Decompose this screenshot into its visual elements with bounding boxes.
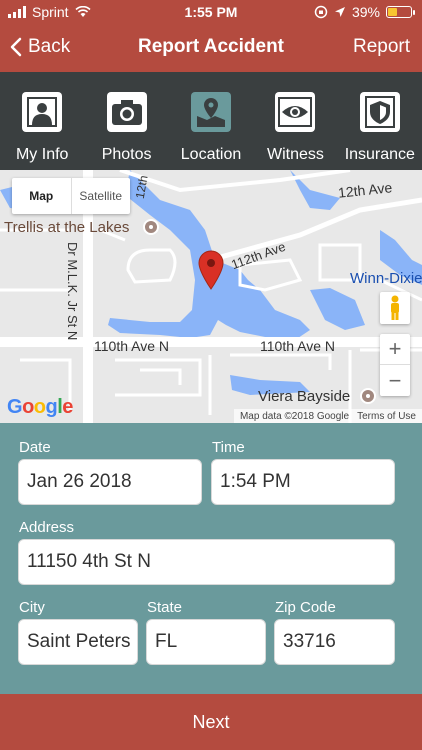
state-field[interactable]: FL bbox=[146, 619, 266, 665]
shield-icon bbox=[359, 92, 400, 132]
next-button[interactable]: Next bbox=[0, 694, 422, 750]
location-form: Date Jan 26 2018 Time 1:54 PM Address 11… bbox=[0, 423, 422, 694]
map-attribution: Map data ©2018 Google Terms of Use bbox=[233, 409, 422, 423]
poi-label: Viera Bayside bbox=[258, 388, 351, 405]
tab-label: Witness bbox=[266, 146, 324, 163]
tab-location[interactable]: Location bbox=[169, 72, 253, 170]
report-button[interactable]: Report bbox=[353, 36, 410, 58]
street-label: 110th Ave N bbox=[260, 338, 335, 354]
person-icon bbox=[22, 92, 63, 132]
location-arrow-icon bbox=[334, 7, 345, 17]
tab-label: My Info bbox=[15, 146, 69, 163]
tab-label: Insurance bbox=[344, 146, 415, 163]
zoom-out-button[interactable]: − bbox=[380, 365, 410, 396]
tab-label: Photos bbox=[101, 146, 152, 163]
zip-label: Zip Code bbox=[275, 599, 336, 616]
street-label: Dr M.L.K. Jr St N bbox=[65, 242, 80, 341]
city-field[interactable]: Saint Peters bbox=[18, 619, 138, 665]
battery-percent: 39% bbox=[351, 4, 380, 20]
poi-marker-icon bbox=[143, 219, 159, 235]
poi-marker-icon bbox=[360, 388, 376, 404]
terms-link[interactable]: Terms of Use bbox=[357, 411, 416, 422]
address-label: Address bbox=[19, 519, 75, 536]
date-field[interactable]: Jan 26 2018 bbox=[18, 459, 202, 505]
poi-label: Winn-Dixie bbox=[350, 270, 422, 287]
chevron-left-icon bbox=[10, 37, 22, 57]
street-view-pegman-icon[interactable] bbox=[380, 292, 410, 324]
street-label: 110th Ave N bbox=[94, 338, 169, 354]
date-label: Date bbox=[19, 439, 51, 456]
time-field[interactable]: 1:54 PM bbox=[211, 459, 395, 505]
map-type-toggle: Map Satellite bbox=[12, 178, 130, 214]
tab-witness[interactable]: Witness bbox=[253, 72, 337, 170]
google-logo: Google bbox=[7, 396, 73, 418]
city-label: City bbox=[19, 599, 45, 616]
attribution-text: Map data ©2018 Google bbox=[239, 410, 350, 422]
poi-label: Trellis at the Lakes bbox=[4, 219, 130, 236]
map-type-satellite-button[interactable]: Satellite bbox=[72, 178, 131, 214]
zoom-controls: + − bbox=[380, 334, 410, 396]
address-field[interactable]: 11150 4th St N bbox=[18, 539, 395, 585]
tab-insurance[interactable]: Insurance bbox=[338, 72, 422, 170]
back-label: Back bbox=[28, 36, 71, 57]
location-pin-icon[interactable] bbox=[198, 250, 224, 290]
camera-icon bbox=[106, 92, 147, 132]
nav-bar: Back Report Accident Report bbox=[0, 30, 422, 66]
status-bar: Sprint 1:55 PM 39% bbox=[0, 0, 422, 24]
zip-field[interactable]: 33716 bbox=[274, 619, 395, 665]
rotation-lock-icon bbox=[314, 5, 328, 19]
map-view[interactable]: Map Satellite 12th Ave 12th Trellis at t… bbox=[0, 170, 422, 423]
battery-icon bbox=[386, 6, 415, 18]
tab-label: Location bbox=[180, 146, 242, 163]
time-label: Time bbox=[212, 439, 245, 456]
top-bar: Sprint 1:55 PM 39% Back Report Accident … bbox=[0, 0, 422, 72]
eye-icon bbox=[275, 92, 316, 132]
tab-photos[interactable]: Photos bbox=[84, 72, 168, 170]
back-button[interactable]: Back bbox=[10, 36, 70, 58]
map-pin-icon bbox=[191, 92, 232, 132]
tab-my-info[interactable]: My Info bbox=[0, 72, 84, 170]
state-label: State bbox=[147, 599, 183, 616]
map-type-map-button[interactable]: Map bbox=[12, 178, 72, 214]
zoom-in-button[interactable]: + bbox=[380, 334, 410, 365]
tab-bar: My Info Photos Location Witness Insuranc… bbox=[0, 72, 422, 170]
